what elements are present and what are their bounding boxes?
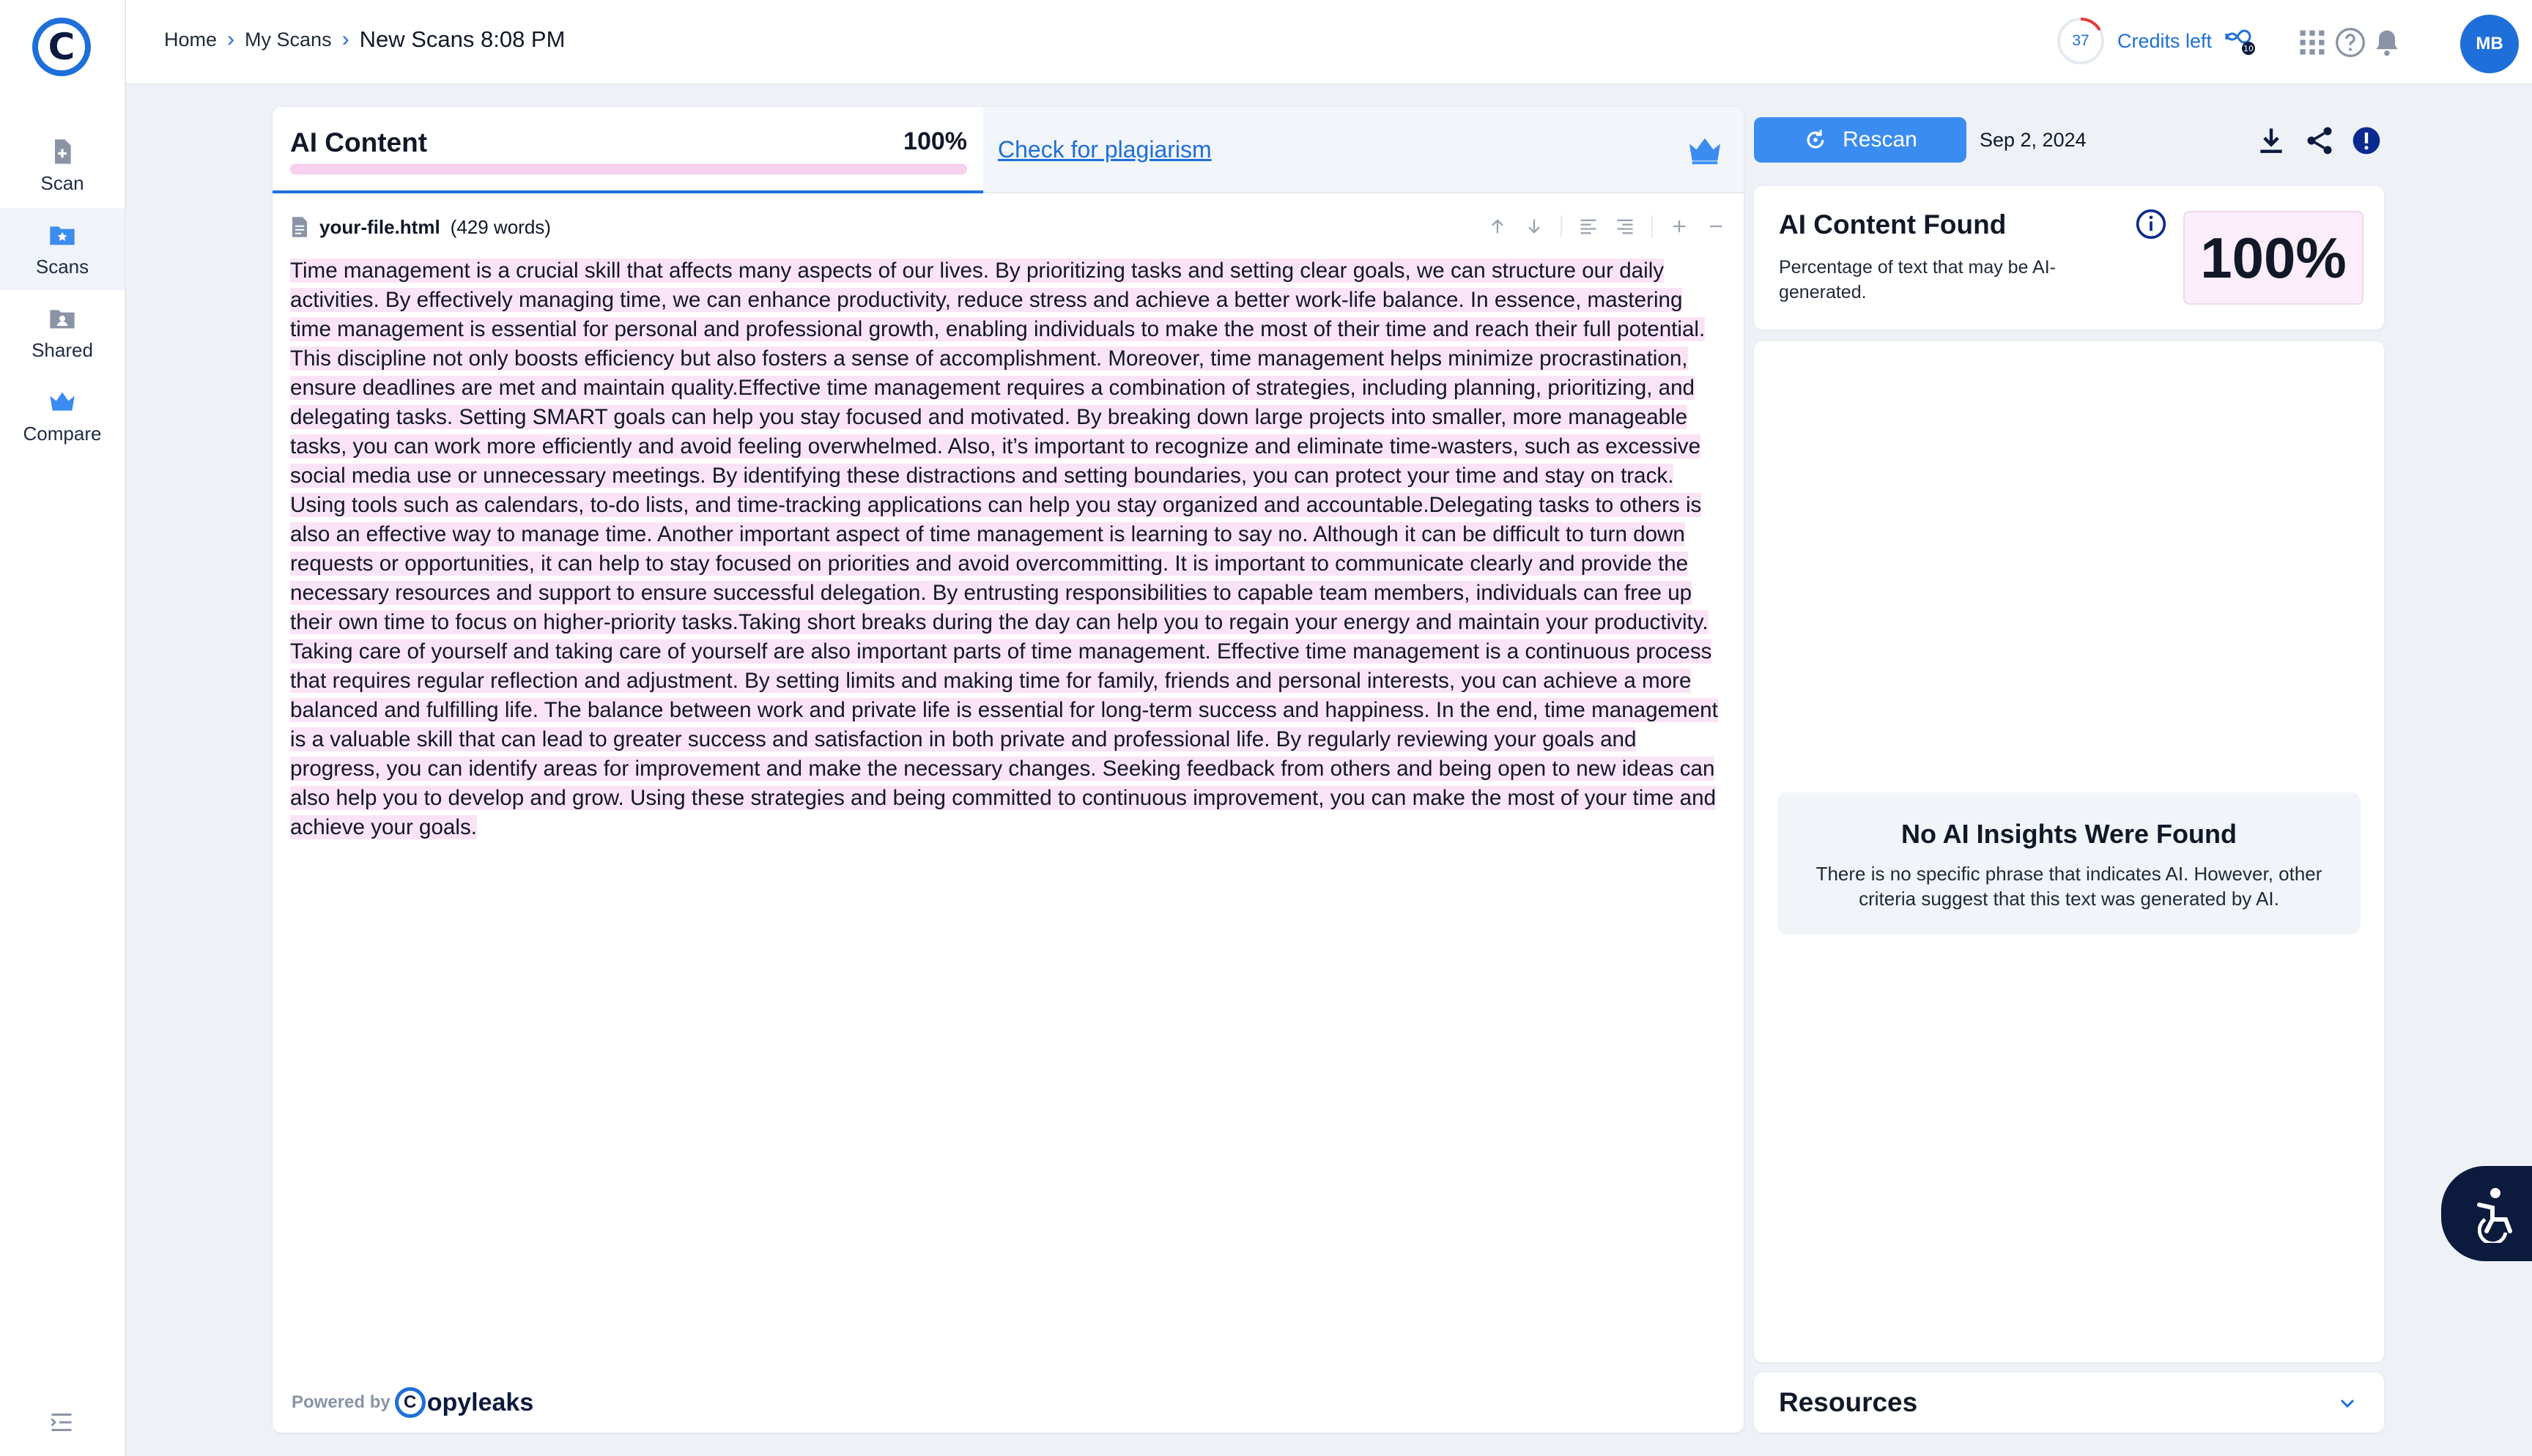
ai-highlighted-text: Time management is a crucial skill that …	[290, 259, 1718, 839]
tab-plagiarism[interactable]: Check for plagiarism	[983, 107, 1744, 193]
sidebar-item-shared[interactable]: Shared	[0, 291, 125, 374]
ai-content-percent: 100%	[903, 127, 967, 155]
copyleaks-logo-mark: C	[394, 1387, 426, 1418]
breadcrumb: Home › My Scans › New Scans 8:08 PM	[164, 26, 565, 53]
credits-count: 37	[2072, 32, 2089, 49]
logo-letter: C	[38, 23, 85, 70]
rescan-label: Rescan	[1843, 127, 1917, 152]
toolbar-divider	[1561, 215, 1562, 237]
share-icon[interactable]	[2303, 125, 2336, 157]
breadcrumb-my-scans[interactable]: My Scans	[245, 29, 332, 51]
no-insights-desc: There is no specific phrase that indicat…	[1815, 863, 2322, 910]
align-right-icon[interactable]	[1615, 216, 1635, 237]
accessibility-icon	[2477, 1188, 2512, 1243]
powered-by-label: Powered by	[292, 1392, 390, 1412]
ai-content-progress-bar	[290, 164, 967, 174]
sidebar-item-scan[interactable]: Scan	[0, 125, 125, 207]
ai-insights-card: No AI Insights Were Found There is no sp…	[1754, 341, 2384, 1362]
credits-indicator[interactable]: 37 Credits left 10	[2054, 15, 2257, 67]
tab-ai-content[interactable]: AI Content 100%	[273, 107, 983, 193]
ai-content-found-desc: Percentage of text that may be AI-genera…	[1779, 257, 2056, 302]
collapse-sidebar-icon[interactable]	[47, 1409, 76, 1435]
word-count: (429 words)	[450, 215, 551, 238]
credits-ring: 37	[2054, 15, 2107, 67]
file-info-row: your-file.html (429 words)	[290, 205, 1726, 249]
content-panel: AI Content 100% Check for plagiarism you…	[273, 107, 1744, 1433]
no-insights-message: No AI Insights Were Found There is no sp…	[1777, 792, 2361, 935]
ai-content-found-title: AI Content Found	[1779, 209, 2007, 239]
sidebar-item-label: Shared	[32, 338, 93, 361]
ai-content-progress-fill	[291, 165, 966, 174]
sidebar-item-scans[interactable]: Scans	[0, 208, 125, 290]
app-logo[interactable]: C	[32, 18, 91, 76]
resources-accordion[interactable]: Resources	[1754, 1373, 2384, 1433]
crown-icon	[50, 392, 75, 411]
crown-icon	[1689, 138, 1721, 165]
download-icon[interactable]	[2255, 125, 2287, 157]
notifications-bell-icon[interactable]	[2371, 26, 2403, 59]
resources-title: Resources	[1779, 1387, 1918, 1417]
ai-content-found-percent: 100%	[2183, 211, 2363, 305]
sidebar-item-label: Compare	[23, 422, 102, 445]
arrow-down-icon[interactable]	[1524, 216, 1544, 237]
chevron-right-icon: ›	[341, 27, 349, 51]
sidebar: C Scan Scans Shared Compare	[0, 0, 126, 1456]
refresh-icon	[1807, 130, 1824, 149]
file-plus-icon	[55, 138, 71, 164]
accessibility-button[interactable]	[2441, 1166, 2532, 1261]
tab-ai-content-label: AI Content	[290, 127, 428, 157]
breadcrumb-home[interactable]: Home	[164, 29, 217, 51]
align-left-icon[interactable]	[1578, 216, 1599, 237]
folder-star-icon	[50, 226, 75, 245]
no-insights-title: No AI Insights Were Found	[1901, 819, 2237, 849]
arrow-up-icon[interactable]	[1487, 216, 1508, 237]
apps-grid-icon[interactable]	[2296, 26, 2328, 59]
chevron-down-icon[interactable]	[2336, 1392, 2359, 1415]
auto-refill-badge: 10	[2243, 44, 2254, 53]
copyleaks-logo: C opyleaks	[394, 1387, 534, 1418]
folder-user-icon	[50, 309, 75, 328]
scanned-text: Time management is a crucial skill that …	[290, 256, 1728, 842]
top-bar: Home › My Scans › New Scans 8:08 PM 37 C…	[126, 0, 2532, 85]
breadcrumb-current: New Scans 8:08 PM	[359, 26, 566, 52]
credits-label: Credits left	[2117, 29, 2213, 52]
check-plagiarism-link[interactable]: Check for plagiarism	[998, 136, 1212, 163]
auto-refill-icon[interactable]: 10	[2222, 25, 2257, 57]
zoom-out-icon[interactable]	[1706, 216, 1726, 237]
powered-by: Powered by C opyleaks	[292, 1387, 533, 1418]
info-icon[interactable]	[2135, 208, 2167, 240]
user-avatar[interactable]: MB	[2460, 15, 2519, 73]
rescan-button[interactable]: Rescan	[1754, 117, 1966, 163]
document-icon	[292, 217, 307, 237]
sidebar-item-label: Scans	[35, 255, 89, 278]
alert-icon[interactable]	[2350, 125, 2383, 157]
viewer-toolbar	[1487, 215, 1726, 237]
chevron-right-icon: ›	[227, 27, 235, 51]
toolbar-divider	[1651, 215, 1653, 237]
file-name: your-file.html	[319, 215, 440, 238]
help-icon[interactable]	[2334, 26, 2366, 59]
copyleaks-wordmark: opyleaks	[426, 1388, 534, 1416]
ai-content-found-card: AI Content Found Percentage of text that…	[1754, 186, 2384, 330]
sidebar-item-compare[interactable]: Compare	[0, 375, 125, 457]
scan-date: Sep 2, 2024	[1980, 129, 2087, 151]
sidebar-item-label: Scan	[40, 171, 84, 194]
zoom-in-icon[interactable]	[1669, 216, 1689, 237]
